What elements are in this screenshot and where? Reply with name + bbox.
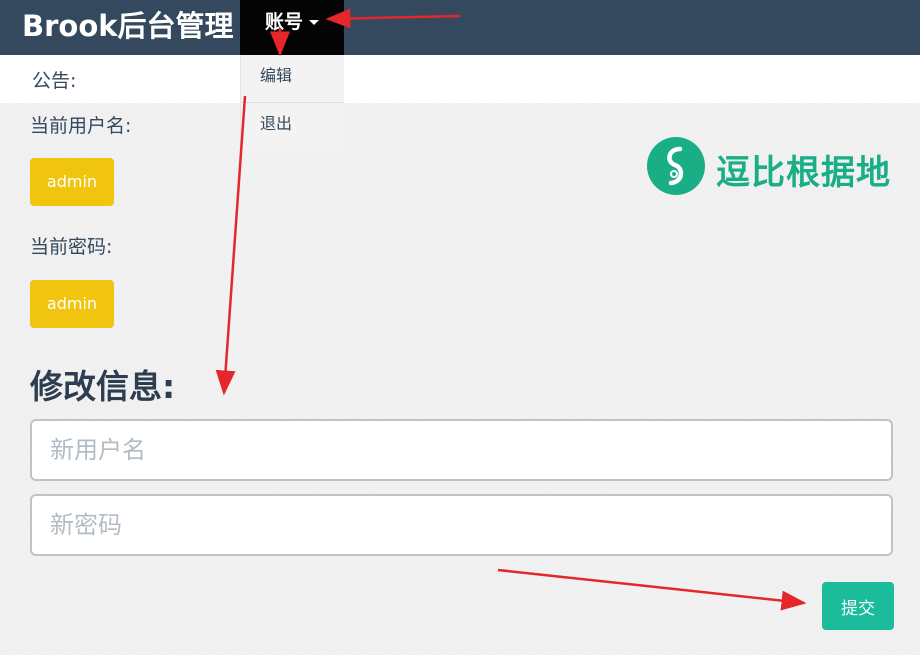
current-username-badge: admin [30,158,114,206]
account-menu-toggle[interactable]: 账号 [240,0,344,55]
watermark-logo: 逗比根据地 [646,136,896,196]
spiral-logo-icon [647,137,705,195]
current-password-label: 当前密码: [30,236,113,258]
account-menu-label: 账号 [265,11,304,33]
dropdown-item-edit[interactable]: 编辑 [241,55,344,102]
notice-bar [0,55,920,103]
edit-section-title: 修改信息: [30,367,176,406]
brand-title[interactable]: Brook后台管理 [22,4,234,49]
notice-label: 公告: [32,70,77,92]
new-password-input[interactable] [30,494,893,556]
current-password-badge: admin [30,280,114,328]
submit-button[interactable]: 提交 [822,582,894,630]
new-username-input[interactable] [30,419,893,481]
account-dropdown-menu: 编辑 退出 [240,55,344,151]
caret-down-icon [309,20,320,25]
current-username-label: 当前用户名: [30,115,132,137]
watermark-text: 逗比根据地 [716,153,891,193]
dropdown-item-logout[interactable]: 退出 [241,103,344,150]
top-navbar: Brook后台管理 账号 [0,0,920,55]
arrow-to-submit [497,568,807,611]
